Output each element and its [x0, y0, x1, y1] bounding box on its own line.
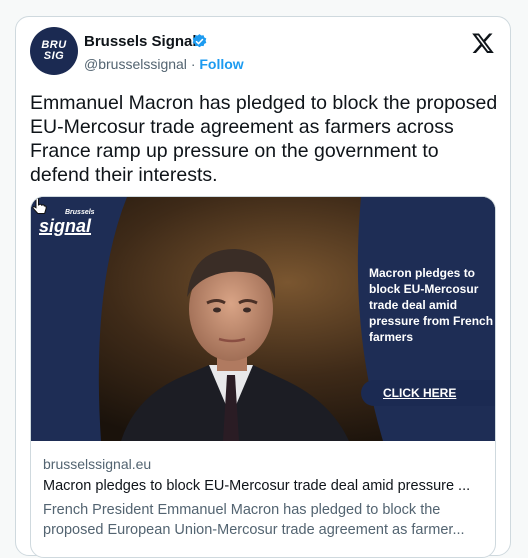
click-here-button[interactable]: CLICK HERE [361, 380, 495, 406]
link-title[interactable]: Macron pledges to block EU-Mercosur trad… [43, 478, 483, 494]
separator-dot: · [190, 56, 196, 72]
link-preview-card[interactable]: Brussels signal Macron pledges to block … [30, 196, 496, 558]
brand-logo: Brussels signal [39, 209, 95, 235]
tweet-text: Emmanuel Macron has pledged to block the… [30, 92, 498, 186]
brand-logo-main: signal [39, 216, 92, 236]
verified-badge-icon [192, 34, 207, 48]
x-logo-icon[interactable] [471, 31, 495, 55]
avatar[interactable]: BRU SIG [30, 27, 78, 75]
tweet-card[interactable]: BRU SIG Brussels Signal @brusselssignal … [15, 16, 511, 558]
handle-row: @brusselssignal · Follow [84, 56, 244, 72]
hand-cursor-icon [32, 197, 47, 214]
preview-headline: Macron pledges to block EU-Mercosur trad… [369, 266, 494, 344]
link-description: French President Emmanuel Macron has ple… [43, 502, 465, 538]
author-name[interactable]: Brussels Signal [84, 33, 197, 50]
follow-button[interactable]: Follow [199, 56, 243, 72]
avatar-text-line2: SIG [43, 50, 65, 62]
author-handle[interactable]: @brusselssignal [84, 56, 187, 72]
preview-image[interactable]: Brussels signal Macron pledges to block … [31, 197, 495, 441]
link-domain[interactable]: brusselssignal.eu [43, 456, 151, 472]
